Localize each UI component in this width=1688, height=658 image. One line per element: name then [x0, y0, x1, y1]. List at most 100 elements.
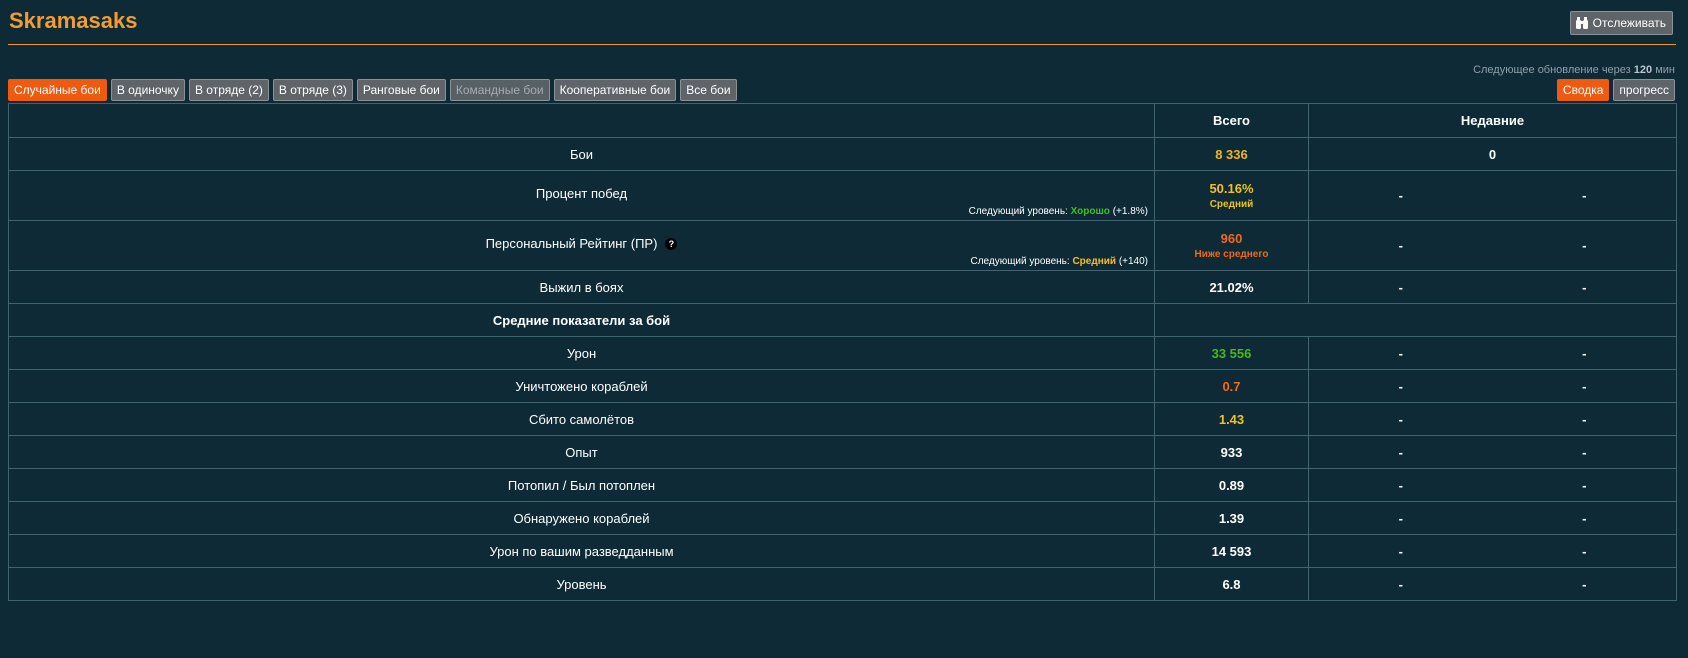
- pr-recent-a: -: [1398, 238, 1403, 253]
- avg-row-label: Потопил / Был потоплен: [8, 468, 1155, 502]
- winrate-recent-cell: - -: [1308, 170, 1677, 221]
- avg-row-recent-cell: --: [1308, 468, 1677, 502]
- avg-row-total: 0.89: [1154, 468, 1309, 502]
- section-header-row: Средние показатели за бой: [8, 303, 1677, 337]
- binoculars-icon: [1575, 17, 1588, 29]
- survived-recent-a: -: [1398, 279, 1403, 295]
- battles-total: 8 336: [1154, 137, 1309, 171]
- avg-row: Урон по вашим разведданным 14 593- -: [8, 534, 1677, 568]
- avg-row-recent-b: -: [1582, 345, 1587, 361]
- pr-total-cell: 960 Ниже среднего: [1154, 220, 1309, 271]
- track-button-label: Отслеживать: [1592, 16, 1666, 30]
- avg-row-recent-b: -: [1582, 411, 1587, 427]
- winrate-row: Процент побед Следующий уровень: Хорошо …: [8, 170, 1677, 221]
- pr-label-cell: Персональный Рейтинг (ПР)? Следующий уро…: [8, 220, 1155, 271]
- player-name: Skramasaks: [9, 8, 138, 33]
- question-circle-icon[interactable]: ?: [665, 238, 678, 250]
- pr-next-level-name: Средний: [1072, 256, 1117, 267]
- avg-row-recent-b: -: [1582, 477, 1587, 493]
- avg-row: Опыт 933- -: [8, 435, 1677, 469]
- avg-row: Обнаружено кораблей 1.39- -: [8, 501, 1677, 535]
- survived-recent-cell: - -: [1308, 270, 1677, 304]
- avg-row-recent-a: -: [1398, 543, 1403, 559]
- avg-row: Уничтожено кораблей 0.7- -: [8, 369, 1677, 403]
- avg-row-label: Обнаружено кораблей: [8, 501, 1155, 535]
- pr-row: Персональный Рейтинг (ПР)? Следующий уро…: [8, 220, 1677, 271]
- track-button[interactable]: Отслеживать: [1569, 11, 1673, 35]
- avg-row-label: Уровень: [8, 567, 1155, 601]
- avg-row-recent-a: -: [1398, 477, 1403, 493]
- avg-row-label: Урон: [8, 336, 1155, 370]
- avg-row-recent-b: -: [1582, 543, 1587, 559]
- winrate-next-level: Следующий уровень: Хорошо (+1.8%): [968, 206, 1148, 217]
- avg-row-recent-cell: --: [1308, 336, 1677, 370]
- table-header-row: Всего Недавние: [8, 103, 1677, 138]
- winrate-next-level-name: Хорошо: [1070, 206, 1110, 217]
- avg-row: Сбито самолётов 1.43- -: [8, 402, 1677, 436]
- winrate-recent-a: -: [1398, 188, 1403, 203]
- avg-row-total: 1.39: [1154, 501, 1309, 535]
- avg-row-total: 933: [1154, 435, 1309, 469]
- tab-2[interactable]: В отряде (2): [188, 79, 269, 101]
- stats-table: Всего Недавние Бои 8 336 0 Процент побед…: [8, 103, 1677, 601]
- battles-label: Бои: [8, 137, 1155, 171]
- avg-row-label: Урон по вашим разведданным: [8, 534, 1155, 568]
- section-empty-cell: [1154, 303, 1677, 337]
- update-note: Следующее обновление через 120 мин: [1473, 64, 1675, 76]
- tab-6[interactable]: Кооперативные бои: [553, 79, 677, 101]
- avg-row-recent-a: -: [1398, 576, 1403, 592]
- winrate-total-cell: 50.16% Средний: [1154, 170, 1309, 221]
- survived-row: Выжил в боях 21.02% - -: [8, 270, 1677, 304]
- avg-row: Уровень 6.8- -: [8, 567, 1677, 601]
- section-title: Средние показатели за бой: [8, 303, 1155, 337]
- pr-label: Персональный Рейтинг (ПР): [485, 236, 658, 251]
- view-button-1[interactable]: прогресс: [1613, 79, 1675, 101]
- header-total: Всего: [1154, 103, 1309, 138]
- avg-row-recent-cell: --: [1308, 369, 1677, 403]
- avg-row-recent-cell: --: [1308, 435, 1677, 469]
- avg-row-recent-a: -: [1398, 345, 1403, 361]
- tab-7[interactable]: Все бои: [680, 79, 737, 101]
- avg-row: Урон 33 556- -: [8, 336, 1677, 370]
- avg-row-recent-cell: --: [1308, 402, 1677, 436]
- avg-row-recent-a: -: [1398, 510, 1403, 526]
- avg-row-total: 6.8: [1154, 567, 1309, 601]
- header-recent: Недавние: [1308, 103, 1677, 138]
- battle-type-tabs: Случайные бои В одиночку В отряде (2) В отр…: [8, 79, 737, 101]
- header-empty-cell: [8, 103, 1155, 138]
- avg-row-label: Сбито самолётов: [8, 402, 1155, 436]
- avg-row-total: 1.43: [1154, 402, 1309, 436]
- page-header: Skramasaks Отслеживать: [8, 6, 1676, 45]
- avg-row-recent-b: -: [1582, 378, 1587, 394]
- survived-recent-b: -: [1582, 279, 1587, 295]
- avg-row-recent-a: -: [1398, 378, 1403, 394]
- avg-row-label: Уничтожено кораблей: [8, 369, 1155, 403]
- pr-recent-b: -: [1582, 238, 1587, 253]
- pr-total: 960: [1220, 231, 1243, 246]
- winrate-rating: Средний: [1209, 199, 1254, 210]
- battles-row: Бои 8 336 0: [8, 137, 1677, 171]
- tab-3[interactable]: В отряде (3): [272, 79, 353, 101]
- winrate-label: Процент побед: [535, 186, 628, 201]
- tab-4[interactable]: Ранговые бои: [356, 79, 446, 101]
- avg-row-recent-a: -: [1398, 411, 1403, 427]
- avg-row: Потопил / Был потоплен 0.89- -: [8, 468, 1677, 502]
- avg-row-recent-cell: --: [1308, 567, 1677, 601]
- avg-row-recent-cell: --: [1308, 501, 1677, 535]
- avg-row-total: 14 593: [1154, 534, 1309, 568]
- avg-row-total: 33 556: [1154, 336, 1309, 370]
- battles-recent: 0: [1308, 137, 1677, 171]
- avg-row-recent-b: -: [1582, 576, 1587, 592]
- tab-1[interactable]: В одиночку: [110, 79, 185, 101]
- survived-label: Выжил в боях: [8, 270, 1155, 304]
- view-switcher: Сводка прогресс: [1556, 79, 1675, 101]
- avg-row-recent-b: -: [1582, 510, 1587, 526]
- winrate-total: 50.16%: [1209, 181, 1254, 196]
- tab-5: Командные бои: [449, 79, 550, 101]
- tab-0[interactable]: Случайные бои: [8, 79, 107, 101]
- pr-next-level: Следующий уровень: Средний (+140): [970, 256, 1148, 267]
- pr-rating: Ниже среднего: [1194, 249, 1269, 260]
- avg-row-recent-cell: --: [1308, 534, 1677, 568]
- pr-recent-cell: - -: [1308, 220, 1677, 271]
- view-button-0[interactable]: Сводка: [1556, 79, 1610, 101]
